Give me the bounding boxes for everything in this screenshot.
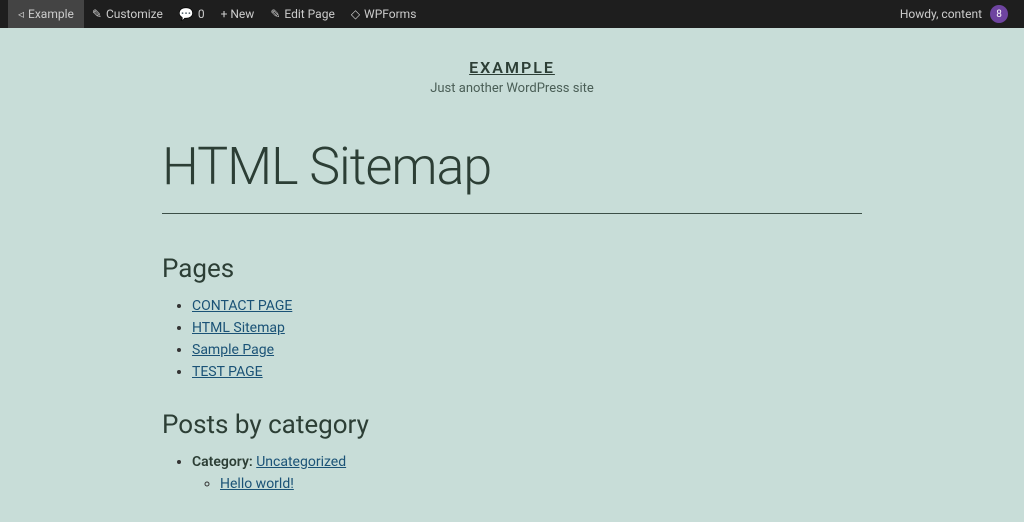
admin-bar-site-label: Example <box>28 7 74 21</box>
customize-label: Customize <box>106 7 163 21</box>
wpforms-icon: ◇ <box>351 7 360 21</box>
posts-section-title: Posts by category <box>162 410 862 440</box>
customize-icon: ✎ <box>92 7 102 21</box>
wp-logo[interactable]: ◃ Example <box>8 0 84 28</box>
list-item: Sample Page <box>192 342 862 358</box>
category-label: Category: Uncategorized <box>192 454 346 470</box>
sample-page-link[interactable]: Sample Page <box>192 342 274 358</box>
comment-icon: 💬 <box>179 7 194 21</box>
site-title[interactable]: EXAMPLE <box>20 58 1004 77</box>
admin-bar-comments[interactable]: 💬 0 <box>171 0 213 28</box>
list-item: TEST PAGE <box>192 364 862 380</box>
list-item: Hello world! <box>220 476 862 492</box>
html-sitemap-link[interactable]: HTML Sitemap <box>192 320 285 336</box>
admin-bar-right: Howdy, content 8 <box>892 5 1016 23</box>
comment-count: 0 <box>198 7 205 21</box>
category-prefix: Category: <box>192 454 253 470</box>
list-item: HTML Sitemap <box>192 320 862 336</box>
wpforms-label: WPForms <box>364 7 416 21</box>
admin-bar-wpforms[interactable]: ◇ WPForms <box>343 0 425 28</box>
sitemap-content: Pages CONTACT PAGE HTML Sitemap Sample P… <box>162 254 862 492</box>
edit-page-label: Edit Page <box>284 7 334 21</box>
title-divider <box>162 213 862 214</box>
wp-icon: ◃ <box>18 7 24 21</box>
contact-page-link[interactable]: CONTACT PAGE <box>192 298 292 314</box>
edit-icon: ✎ <box>270 7 280 21</box>
pages-section-title: Pages <box>162 254 862 284</box>
posts-list: Hello world! <box>192 476 862 492</box>
categories-list: Category: Uncategorized Hello world! <box>162 454 862 492</box>
site-header: EXAMPLE Just another WordPress site <box>0 28 1024 116</box>
category-link[interactable]: Uncategorized <box>256 454 346 470</box>
main-content: HTML Sitemap Pages CONTACT PAGE HTML Sit… <box>62 136 962 492</box>
site-tagline: Just another WordPress site <box>20 81 1004 96</box>
howdy-text[interactable]: Howdy, content 8 <box>892 5 1016 23</box>
category-item: Category: Uncategorized Hello world! <box>192 454 862 492</box>
admin-bar-edit-page[interactable]: ✎ Edit Page <box>262 0 343 28</box>
user-avatar-badge: 8 <box>990 5 1008 23</box>
admin-bar-new[interactable]: + New <box>213 0 263 28</box>
admin-bar: ◃ Example ✎ Customize 💬 0 + New ✎ Edit P… <box>0 0 1024 28</box>
hello-world-link[interactable]: Hello world! <box>220 476 294 492</box>
admin-bar-customize[interactable]: ✎ Customize <box>84 0 171 28</box>
test-page-link[interactable]: TEST PAGE <box>192 364 263 380</box>
new-label: + New <box>221 7 255 21</box>
page-title: HTML Sitemap <box>162 136 862 197</box>
howdy-label: Howdy, content <box>900 7 982 21</box>
pages-list: CONTACT PAGE HTML Sitemap Sample Page TE… <box>162 298 862 380</box>
list-item: CONTACT PAGE <box>192 298 862 314</box>
